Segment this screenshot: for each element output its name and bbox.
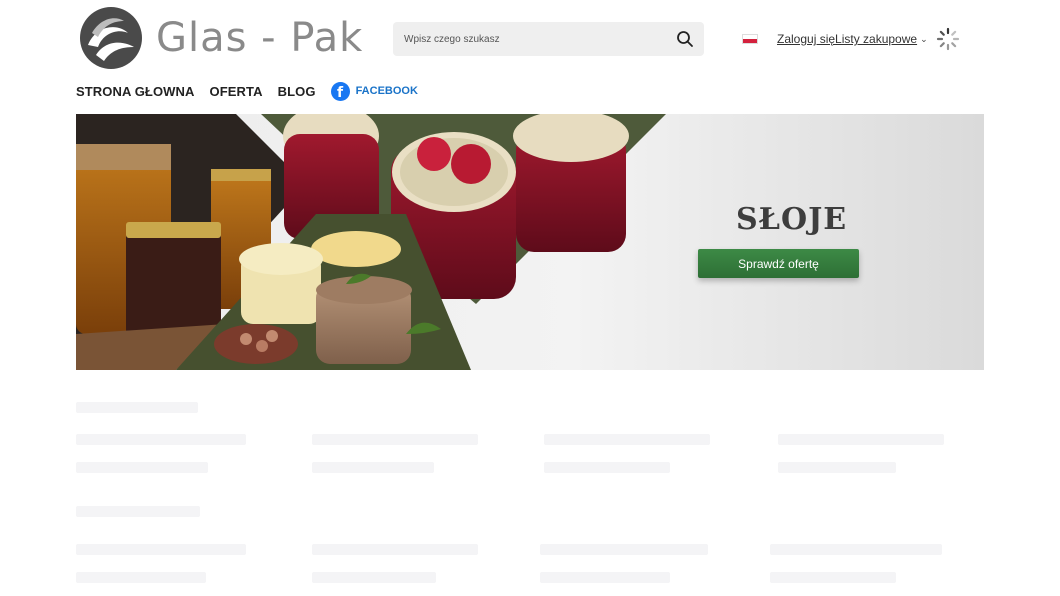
nav-item-blog[interactable]: BLOG [278, 84, 316, 99]
chevron-down-icon[interactable]: ⌄ [920, 34, 928, 45]
skeleton-line [778, 462, 896, 473]
nav-item-home[interactable]: STRONA GŁOWNA [76, 84, 195, 99]
loading-spinner-icon [936, 27, 960, 51]
search-input[interactable] [393, 33, 653, 45]
skeleton-line [76, 434, 246, 445]
facebook-label: FACEBOOK [355, 85, 418, 97]
search-bar [393, 22, 704, 56]
skeleton-line [312, 462, 434, 473]
account-links: Zaloguj się Listy zakupowe ⌄ [777, 32, 928, 46]
skeleton-line [544, 462, 670, 473]
skeleton-line [540, 544, 708, 555]
check-offer-button[interactable]: Sprawdź ofertę [698, 249, 859, 278]
skeleton-line [544, 434, 710, 445]
logo-text: Glas - Pak [156, 15, 364, 61]
skeleton-heading [76, 506, 200, 517]
skeleton-line [770, 544, 942, 555]
login-link[interactable]: Zaloguj się [777, 32, 835, 46]
shopping-lists-link[interactable]: Listy zakupowe [835, 32, 917, 46]
logo[interactable]: Glas - Pak [78, 5, 363, 71]
skeleton-line [76, 462, 208, 473]
banner-title: SŁOJE [736, 202, 848, 237]
skeleton-line [312, 434, 478, 445]
skeleton-line [312, 572, 436, 583]
main-nav: STRONA GŁOWNA OFERTA BLOG f FACEBOOK [76, 80, 418, 102]
skeleton-line [540, 572, 670, 583]
facebook-icon: f [330, 81, 350, 101]
skeleton-line [76, 572, 206, 583]
nav-item-offer[interactable]: OFERTA [210, 84, 263, 99]
skeleton-line [76, 544, 246, 555]
language-flag-icon[interactable] [742, 34, 758, 44]
skeleton-line [312, 544, 478, 555]
hero-banner[interactable]: SŁOJE Sprawdź ofertę [76, 114, 984, 370]
search-icon[interactable] [676, 30, 694, 48]
skeleton-line [778, 434, 944, 445]
skeleton-line [770, 572, 896, 583]
jars-photo [76, 114, 666, 370]
logo-swirl-icon [80, 7, 142, 69]
nav-item-facebook[interactable]: f FACEBOOK [330, 81, 418, 101]
skeleton-heading [76, 402, 198, 413]
